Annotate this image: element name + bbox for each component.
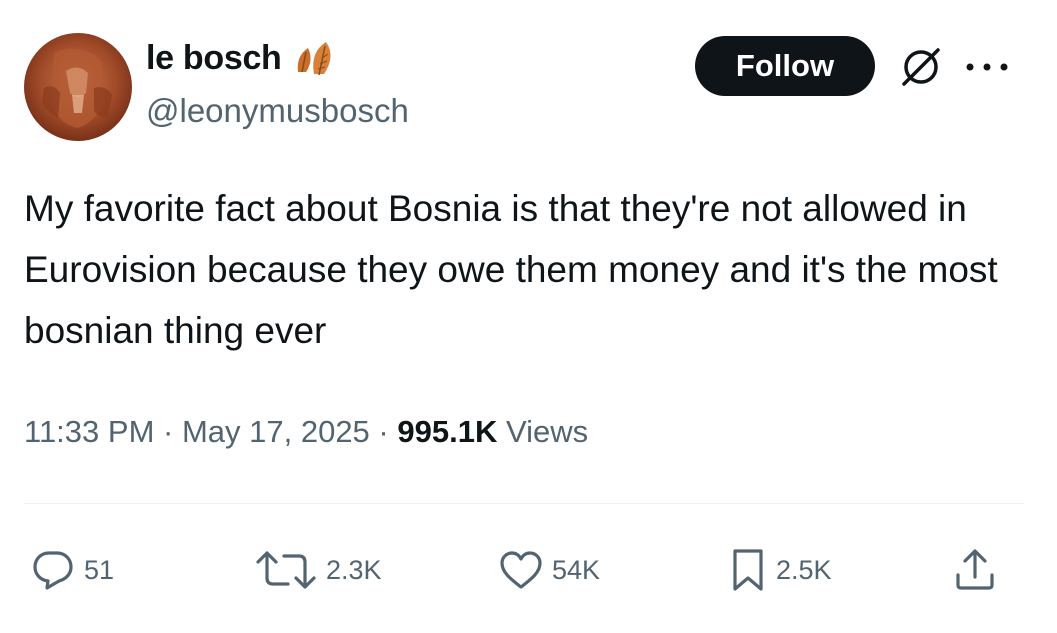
- user-handle[interactable]: @leonymusbosch: [146, 92, 409, 130]
- tweet-text: My favorite fact about Bosnia is that th…: [24, 188, 998, 351]
- repost-count: 2.3K: [326, 554, 382, 585]
- repost-icon: [256, 551, 316, 589]
- bookmark-button[interactable]: 2.5K: [728, 548, 832, 592]
- views-count: 995.1K: [397, 414, 498, 449]
- share-button[interactable]: [953, 548, 997, 592]
- tweet-meta: 11:33 PM · May 17, 2025 · 995.1K Views: [24, 414, 588, 450]
- leaves-emoji-icon: [292, 38, 342, 78]
- like-count: 54K: [552, 554, 601, 585]
- bookmark-icon: [733, 549, 763, 591]
- follow-button[interactable]: Follow: [695, 36, 875, 96]
- more-icon[interactable]: [962, 56, 1012, 78]
- display-name-text: le bosch: [146, 38, 282, 77]
- divider: [24, 503, 1024, 504]
- views-label: Views: [497, 414, 589, 449]
- avatar-image: [24, 33, 132, 141]
- like-button[interactable]: 54K: [498, 548, 600, 592]
- heart-icon: [500, 551, 542, 589]
- meta-separator: ·: [369, 414, 398, 449]
- reply-count: 51: [84, 554, 115, 585]
- avatar[interactable]: [24, 33, 132, 141]
- tweet-time[interactable]: 11:33 PM: [24, 414, 154, 449]
- bookmark-count: 2.5K: [776, 554, 832, 585]
- tweet-date[interactable]: May 17, 2025: [182, 414, 370, 449]
- repost-button[interactable]: 2.3K: [254, 548, 382, 592]
- meta-separator: ·: [154, 414, 182, 449]
- reply-icon: [33, 551, 73, 590]
- share-icon: [956, 549, 994, 590]
- reply-button[interactable]: 51: [30, 548, 114, 592]
- grok-icon[interactable]: [896, 42, 946, 92]
- display-name[interactable]: le bosch: [146, 38, 342, 78]
